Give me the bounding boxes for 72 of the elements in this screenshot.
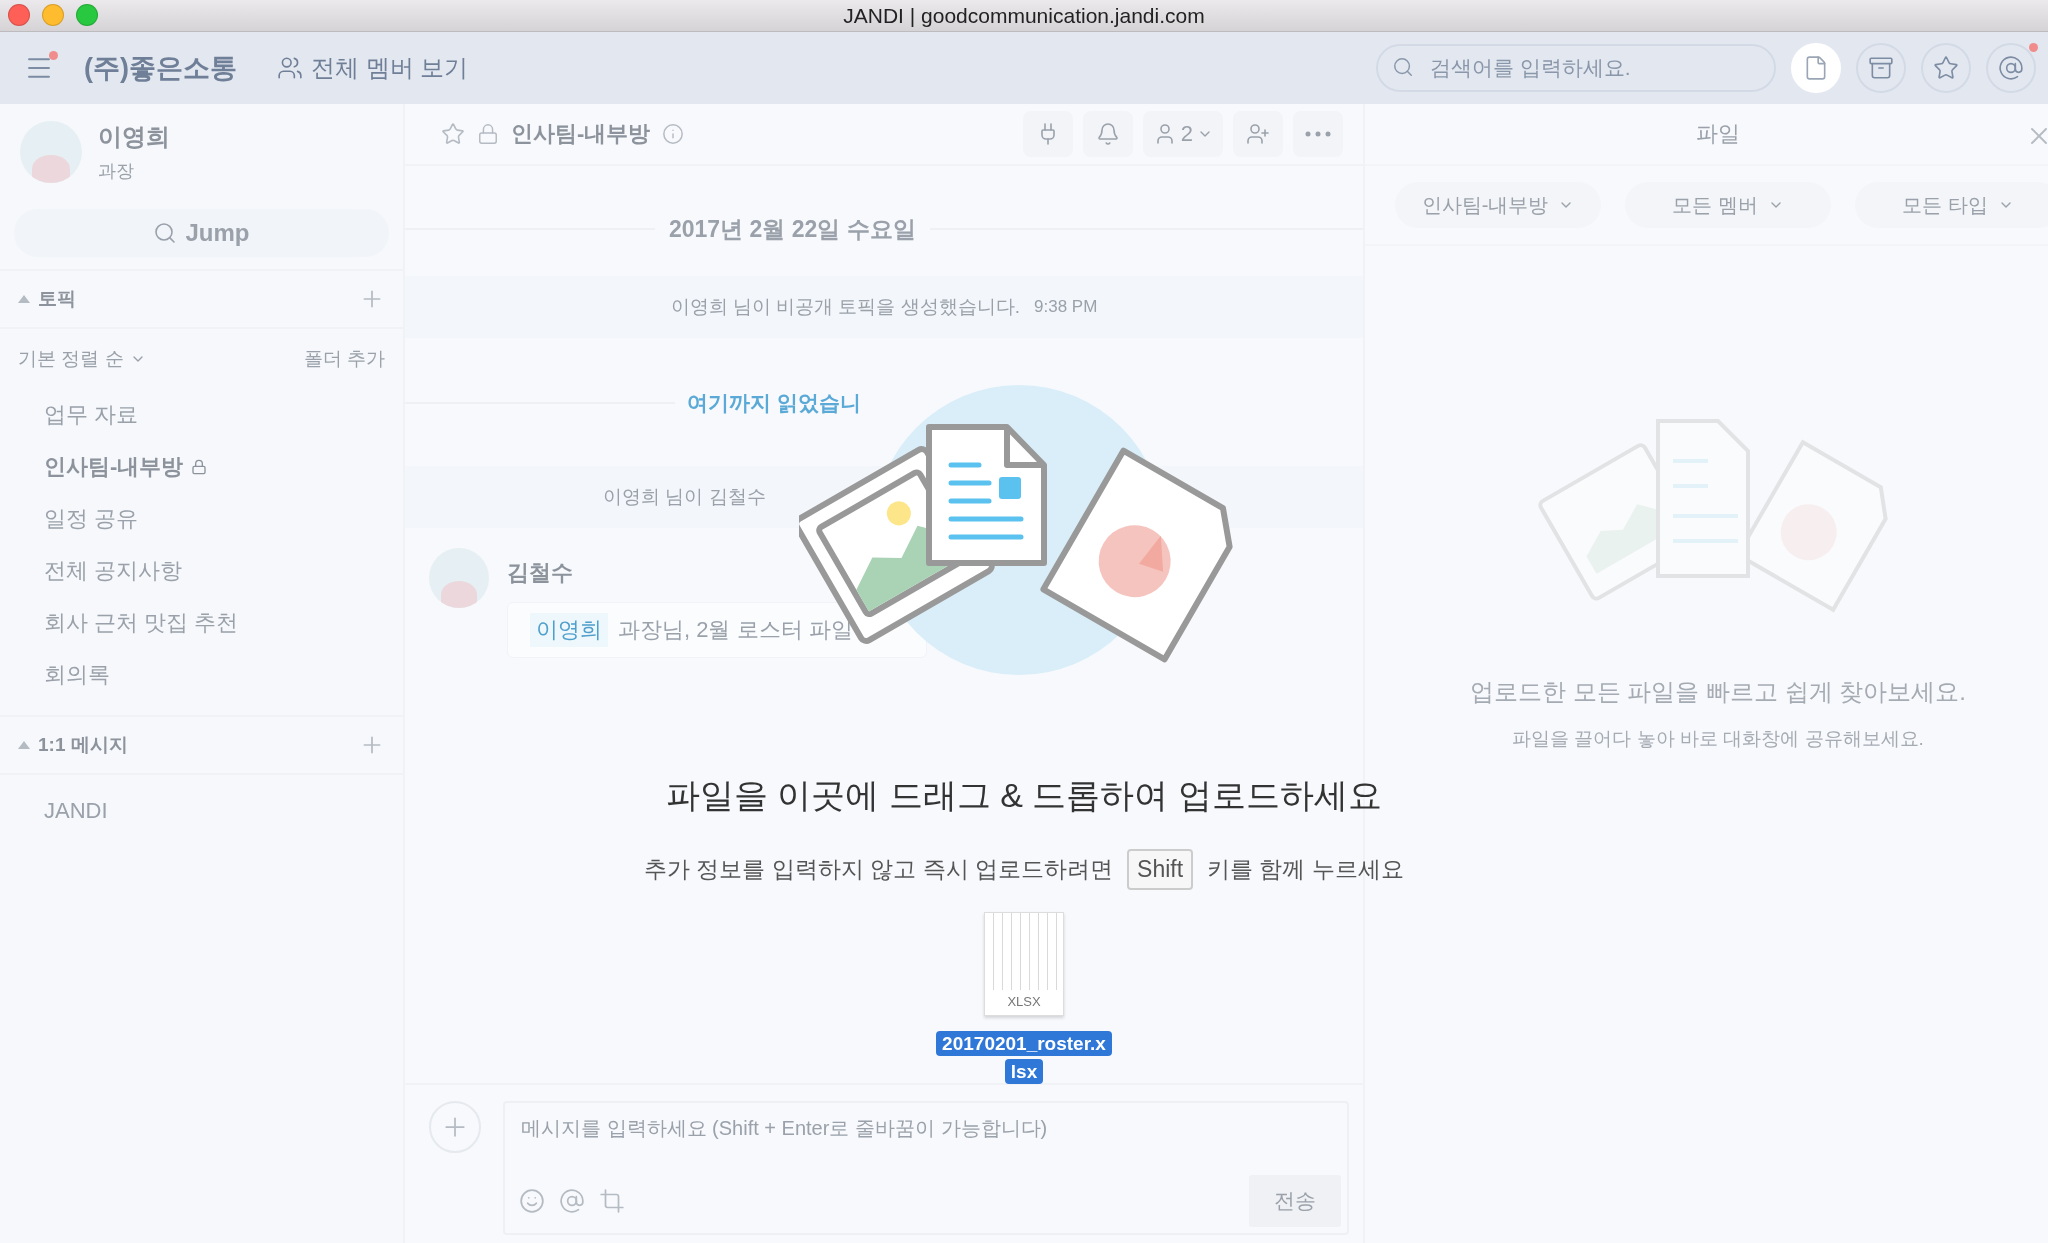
close-window-button[interactable] [8, 4, 30, 26]
message-text: 과장님, 2월 로스터 파일 [618, 616, 853, 644]
file-button[interactable] [1791, 43, 1841, 93]
message-time: 9:38 PM [1034, 297, 1098, 317]
mention-button[interactable] [1986, 43, 2036, 93]
user-plus-icon [1246, 122, 1270, 146]
jump-button[interactable]: Jump [14, 209, 389, 257]
members-link[interactable]: 전체 멤버 보기 [277, 52, 469, 84]
topic-item[interactable]: 일정 공유 [0, 493, 403, 545]
drop-title: 파일을 이곳에 드래그 & 드롭하여 업로드하세요 [666, 775, 1382, 816]
drop-hint: 추가 정보를 입력하지 않고 즉시 업로드하려면 [644, 855, 1114, 884]
read-marker: 여기까지 읽었습니 [687, 390, 861, 416]
invite-button[interactable] [1233, 111, 1283, 157]
filter-dropdown[interactable]: 인사팀-내부방 [1395, 182, 1601, 228]
system-message: 이영희 님이 비공개 토픽을 생성했습니다. [670, 295, 1021, 319]
empty-title: 업로드한 모든 파일을 빠르고 쉽게 찾아보세요. [1470, 677, 1966, 707]
sort-dropdown[interactable]: 기본 정렬 순 [18, 346, 146, 372]
dm-item[interactable]: JANDI [0, 785, 403, 837]
topic-item[interactable]: 회의록 [0, 649, 403, 701]
shift-key: Shift [1127, 849, 1194, 890]
composer-box[interactable]: 메시지를 입력하세요 (Shift + Enter로 줄바꿈이 가능합니다) 전송 [503, 1101, 1349, 1235]
star-button[interactable] [1921, 43, 1971, 93]
topic-item[interactable]: 회사 근처 맛집 추천 [0, 597, 403, 649]
bell-icon [1095, 122, 1120, 146]
section-header[interactable]: 토픽 [38, 286, 76, 312]
topic-item[interactable]: 업무 자료 [0, 389, 403, 441]
system-message: 이영희 님이 김철수 [603, 485, 766, 509]
star-icon [1933, 55, 1959, 81]
lock-icon [191, 459, 208, 475]
message-input[interactable]: 메시지를 입력하세요 (Shift + Enter로 줄바꿈이 가능합니다) [519, 1113, 1341, 1175]
date-divider: 2017년 2월 22일 수요일 [669, 214, 916, 244]
drop-hint: 키를 함께 누르세요 [1207, 855, 1404, 884]
archive-button[interactable] [1856, 43, 1906, 93]
team-name[interactable]: (주)좋은소통 [84, 50, 237, 86]
topic-title: 인사팀-내부방 [511, 120, 651, 148]
more-icon [1305, 131, 1331, 137]
maximize-window-button[interactable] [76, 4, 98, 26]
section-header[interactable]: 1:1 메시지 [38, 732, 128, 758]
search-icon [1392, 56, 1414, 78]
panel-title: 파일 [1696, 120, 1740, 148]
send-button[interactable]: 전송 [1249, 1175, 1341, 1227]
filter-dropdown[interactable]: 모든 타입 [1855, 182, 2048, 228]
collapse-icon[interactable] [18, 741, 30, 749]
file-name: 20170201_roster.x lsx [936, 1030, 1112, 1086]
archive-icon [1868, 55, 1894, 81]
at-sign-icon [1998, 55, 2024, 81]
smile-icon [519, 1188, 545, 1214]
message-author: 김철수 [507, 559, 574, 587]
add-folder-link[interactable]: 폴더 추가 [303, 346, 385, 372]
attach-button[interactable] [429, 1101, 481, 1153]
mention-tag[interactable]: 이영희 [530, 613, 608, 647]
at-sign-icon [559, 1188, 585, 1214]
minimize-window-button[interactable] [42, 4, 64, 26]
connect-button[interactable] [1022, 111, 1073, 157]
notification-dot [2029, 43, 2038, 52]
topic-item[interactable]: 전체 공지사항 [0, 545, 403, 597]
profile-title: 과장 [98, 159, 135, 183]
window-title: JANDI | goodcommunication.jandi.com [843, 3, 1205, 28]
more-button[interactable] [1293, 111, 1343, 157]
topic-item[interactable]: 인사팀-내부방 [0, 441, 403, 493]
crop-icon [599, 1188, 625, 1214]
filter-dropdown[interactable]: 모든 멤버 [1625, 182, 1831, 228]
empty-hint: 파일을 끌어다 놓아 바로 대화창에 공유해보세요. [1512, 727, 1924, 751]
search-field[interactable]: 검색어를 입력하세요. [1376, 44, 1776, 92]
collapse-icon[interactable] [18, 295, 30, 303]
notification-button[interactable] [1082, 111, 1133, 157]
search-icon [153, 221, 178, 245]
profile-name: 이영희 [98, 121, 170, 152]
info-icon [662, 123, 685, 145]
file-type: XLSX [985, 990, 1063, 1015]
people-icon [277, 55, 303, 81]
members-button[interactable]: 2 [1142, 111, 1223, 157]
